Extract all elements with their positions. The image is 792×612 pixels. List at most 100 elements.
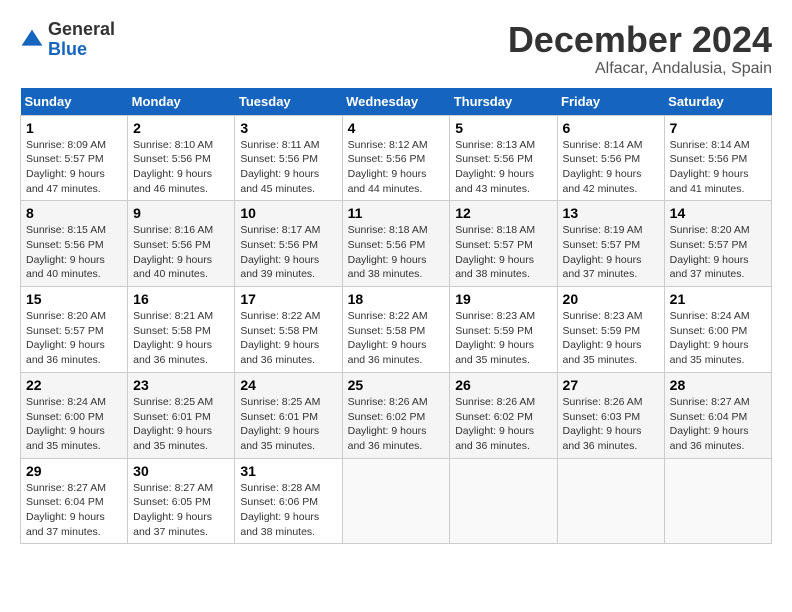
calendar-cell: 29 Sunrise: 8:27 AMSunset: 6:04 PMDayligh… [21, 458, 128, 544]
day-number: 12 [455, 205, 551, 221]
day-info: Sunrise: 8:28 AMSunset: 6:06 PMDaylight:… [240, 481, 336, 540]
day-info: Sunrise: 8:12 AMSunset: 5:56 PMDaylight:… [348, 138, 445, 197]
calendar-cell: 24Sunrise: 8:25 AMSunset: 6:01 PMDayligh… [235, 372, 342, 458]
calendar-cell [342, 458, 450, 544]
weekday-header-tuesday: Tuesday [235, 88, 342, 116]
logo-text: General Blue [48, 20, 115, 60]
calendar-cell: 16Sunrise: 8:21 AMSunset: 5:58 PMDayligh… [128, 287, 235, 373]
day-number: 30 [133, 463, 229, 479]
calendar-week-3: 15 Sunrise: 8:20 AMSunset: 5:57 PMDayligh… [21, 287, 772, 373]
day-info: Sunrise: 8:22 AMSunset: 5:58 PMDaylight:… [240, 309, 336, 368]
calendar-cell: 19 Sunrise: 8:23 AMSunset: 5:59 PMDayligh… [450, 287, 557, 373]
weekday-header-row: SundayMondayTuesdayWednesdayThursdayFrid… [21, 88, 772, 116]
day-info: Sunrise: 8:26 AMSunset: 6:02 PMDaylight:… [455, 395, 551, 454]
day-number: 28 [670, 377, 766, 393]
day-info: Sunrise: 8:26 AMSunset: 6:02 PMDaylight:… [348, 395, 445, 454]
calendar-cell: 25 Sunrise: 8:26 AMSunset: 6:02 PMDayligh… [342, 372, 450, 458]
day-info: Sunrise: 8:18 AMSunset: 5:56 PMDaylight:… [348, 223, 445, 282]
calendar-cell: 28 Sunrise: 8:27 AMSunset: 6:04 PMDayligh… [664, 372, 771, 458]
day-number: 7 [670, 120, 766, 136]
calendar-cell: 26 Sunrise: 8:26 AMSunset: 6:02 PMDayligh… [450, 372, 557, 458]
day-number: 4 [348, 120, 445, 136]
calendar-cell [557, 458, 664, 544]
calendar-cell [450, 458, 557, 544]
calendar-week-5: 29 Sunrise: 8:27 AMSunset: 6:04 PMDayligh… [21, 458, 772, 544]
calendar-cell: 20 Sunrise: 8:23 AMSunset: 5:59 PMDayligh… [557, 287, 664, 373]
calendar-cell [664, 458, 771, 544]
day-info: Sunrise: 8:11 AMSunset: 5:56 PMDaylight:… [240, 138, 336, 197]
day-number: 18 [348, 291, 445, 307]
day-number: 29 [26, 463, 122, 479]
day-number: 8 [26, 205, 122, 221]
day-info: Sunrise: 8:24 AMSunset: 6:00 PMDaylight:… [670, 309, 766, 368]
calendar-cell: 21 Sunrise: 8:24 AMSunset: 6:00 PMDayligh… [664, 287, 771, 373]
day-info: Sunrise: 8:18 AMSunset: 5:57 PMDaylight:… [455, 223, 551, 282]
day-number: 17 [240, 291, 336, 307]
calendar-cell: 27Sunrise: 8:26 AMSunset: 6:03 PMDayligh… [557, 372, 664, 458]
day-number: 2 [133, 120, 229, 136]
calendar-cell: 5Sunrise: 8:13 AMSunset: 5:56 PMDaylight… [450, 115, 557, 201]
calendar-cell: 31 Sunrise: 8:28 AMSunset: 6:06 PMDayligh… [235, 458, 342, 544]
day-info: Sunrise: 8:25 AMSunset: 6:01 PMDaylight:… [133, 395, 229, 454]
day-number: 14 [670, 205, 766, 221]
calendar-table: SundayMondayTuesdayWednesdayThursdayFrid… [20, 88, 772, 545]
day-info: Sunrise: 8:21 AMSunset: 5:58 PMDaylight:… [133, 309, 229, 368]
calendar-cell: 8 Sunrise: 8:15 AMSunset: 5:56 PMDaylight… [21, 201, 128, 287]
day-number: 22 [26, 377, 122, 393]
day-number: 19 [455, 291, 551, 307]
weekday-header-sunday: Sunday [21, 88, 128, 116]
day-info: Sunrise: 8:23 AMSunset: 5:59 PMDaylight:… [563, 309, 659, 368]
day-number: 3 [240, 120, 336, 136]
day-info: Sunrise: 8:14 AMSunset: 5:56 PMDaylight:… [563, 138, 659, 197]
weekday-header-wednesday: Wednesday [342, 88, 450, 116]
location-subtitle: Alfacar, Andalusia, Spain [508, 60, 772, 78]
calendar-cell: 2 Sunrise: 8:10 AMSunset: 5:56 PMDaylight… [128, 115, 235, 201]
logo: General Blue [20, 20, 115, 60]
day-number: 6 [563, 120, 659, 136]
calendar-cell: 30Sunrise: 8:27 AMSunset: 6:05 PMDayligh… [128, 458, 235, 544]
day-info: Sunrise: 8:15 AMSunset: 5:56 PMDaylight:… [26, 223, 122, 282]
calendar-cell: 10 Sunrise: 8:17 AMSunset: 5:56 PMDayligh… [235, 201, 342, 287]
calendar-cell: 12 Sunrise: 8:18 AMSunset: 5:57 PMDayligh… [450, 201, 557, 287]
day-number: 15 [26, 291, 122, 307]
calendar-cell: 14 Sunrise: 8:20 AMSunset: 5:57 PMDayligh… [664, 201, 771, 287]
month-title: December 2024 [508, 20, 772, 60]
day-info: Sunrise: 8:25 AMSunset: 6:01 PMDaylight:… [240, 395, 336, 454]
day-info: Sunrise: 8:10 AMSunset: 5:56 PMDaylight:… [133, 138, 229, 197]
calendar-cell: 3 Sunrise: 8:11 AMSunset: 5:56 PMDaylight… [235, 115, 342, 201]
calendar-cell: 11 Sunrise: 8:18 AMSunset: 5:56 PMDayligh… [342, 201, 450, 287]
day-info: Sunrise: 8:17 AMSunset: 5:56 PMDaylight:… [240, 223, 336, 282]
weekday-header-saturday: Saturday [664, 88, 771, 116]
day-number: 26 [455, 377, 551, 393]
calendar-cell: 4 Sunrise: 8:12 AMSunset: 5:56 PMDaylight… [342, 115, 450, 201]
day-number: 20 [563, 291, 659, 307]
day-number: 31 [240, 463, 336, 479]
day-info: Sunrise: 8:16 AMSunset: 5:56 PMDaylight:… [133, 223, 229, 282]
calendar-week-4: 22 Sunrise: 8:24 AMSunset: 6:00 PMDayligh… [21, 372, 772, 458]
day-info: Sunrise: 8:27 AMSunset: 6:04 PMDaylight:… [26, 481, 122, 540]
logo-icon [20, 28, 44, 52]
calendar-cell: 1Sunrise: 8:09 AMSunset: 5:57 PMDaylight… [21, 115, 128, 201]
calendar-cell: 17 Sunrise: 8:22 AMSunset: 5:58 PMDayligh… [235, 287, 342, 373]
day-number: 11 [348, 205, 445, 221]
day-info: Sunrise: 8:09 AMSunset: 5:57 PMDaylight:… [26, 138, 122, 197]
day-info: Sunrise: 8:20 AMSunset: 5:57 PMDaylight:… [26, 309, 122, 368]
day-info: Sunrise: 8:20 AMSunset: 5:57 PMDaylight:… [670, 223, 766, 282]
calendar-cell: 7Sunrise: 8:14 AMSunset: 5:56 PMDaylight… [664, 115, 771, 201]
calendar-body: 1Sunrise: 8:09 AMSunset: 5:57 PMDaylight… [21, 115, 772, 544]
day-number: 10 [240, 205, 336, 221]
day-info: Sunrise: 8:27 AMSunset: 6:04 PMDaylight:… [670, 395, 766, 454]
calendar-cell: 15 Sunrise: 8:20 AMSunset: 5:57 PMDayligh… [21, 287, 128, 373]
day-number: 13 [563, 205, 659, 221]
day-number: 25 [348, 377, 445, 393]
calendar-cell: 22 Sunrise: 8:24 AMSunset: 6:00 PMDayligh… [21, 372, 128, 458]
weekday-header-friday: Friday [557, 88, 664, 116]
day-number: 21 [670, 291, 766, 307]
calendar-cell: 18Sunrise: 8:22 AMSunset: 5:58 PMDayligh… [342, 287, 450, 373]
day-info: Sunrise: 8:19 AMSunset: 5:57 PMDaylight:… [563, 223, 659, 282]
day-info: Sunrise: 8:24 AMSunset: 6:00 PMDaylight:… [26, 395, 122, 454]
day-info: Sunrise: 8:23 AMSunset: 5:59 PMDaylight:… [455, 309, 551, 368]
day-number: 27 [563, 377, 659, 393]
day-number: 9 [133, 205, 229, 221]
title-block: December 2024 Alfacar, Andalusia, Spain [508, 20, 772, 78]
